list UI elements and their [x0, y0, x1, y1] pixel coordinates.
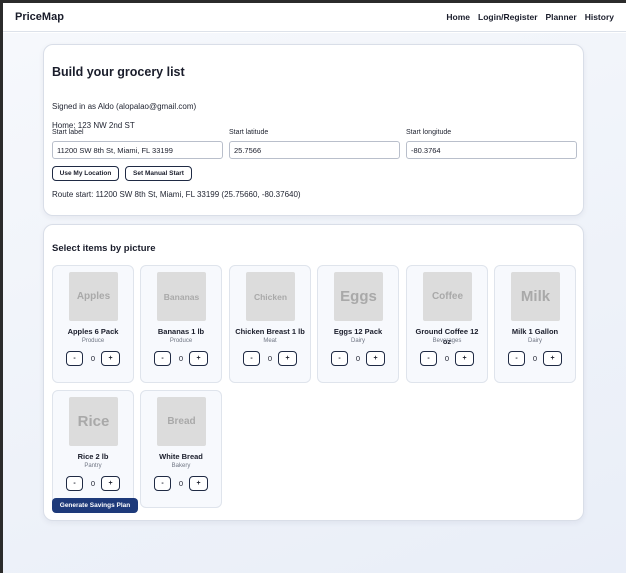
decrease-quantity-button[interactable]: - — [508, 351, 525, 366]
item-card: Apples Apples 6 Pack Produce -0 + — [52, 265, 134, 383]
quantity-value: 0 — [90, 479, 96, 488]
decrease-quantity-button[interactable]: - — [154, 351, 171, 366]
item-category: Produce — [169, 338, 193, 344]
item-name: Eggs 12 Pack — [333, 327, 383, 336]
increase-quantity-button[interactable]: + — [455, 351, 474, 366]
increase-quantity-button[interactable]: + — [366, 351, 385, 366]
nav-history-link[interactable]: History — [585, 12, 614, 22]
item-name: White Bread — [159, 452, 203, 461]
increase-quantity-button[interactable]: + — [101, 351, 120, 366]
nav-home-link[interactable]: Home — [446, 12, 470, 22]
nav-login-register-link[interactable]: Login/Register — [478, 12, 538, 22]
item-card: Bread White Bread Bakery -0 + — [140, 390, 222, 508]
item-thumbnail: Milk — [511, 272, 560, 321]
item-thumbnail: Bananas — [157, 272, 206, 321]
increase-quantity-button[interactable]: + — [278, 351, 297, 366]
item-thumbnail: Bread — [157, 397, 206, 446]
use-my-location-button[interactable]: Use My Location — [52, 166, 119, 181]
signed-in-text: Signed in as Aldo (alopalao@gmail.com) — [52, 102, 197, 111]
increase-quantity-button[interactable]: + — [189, 351, 208, 366]
item-category: Dairy — [350, 338, 365, 344]
decrease-quantity-button[interactable]: - — [154, 476, 171, 491]
quantity-value: 0 — [532, 354, 538, 363]
start-latitude-label: Start latitude — [229, 129, 269, 136]
decrease-quantity-button[interactable]: - — [66, 476, 83, 491]
start-label-label: Start label — [52, 129, 84, 136]
item-name: Milk 1 Gallon — [511, 327, 559, 336]
page-background: Build your grocery list Signed in as Ald… — [3, 33, 626, 573]
quantity-value: 0 — [178, 479, 184, 488]
item-card: Rice Rice 2 lb Pantry -0 + — [52, 390, 134, 508]
item-card: Bananas Bananas 1 lb Produce -0 + — [140, 265, 222, 383]
item-name: Apples 6 Pack — [67, 327, 119, 336]
item-name: Chicken Breast 1 lb — [235, 327, 305, 336]
quantity-value: 0 — [444, 354, 450, 363]
route-start-text: Route start: 11200 SW 8th St, Miami, FL … — [52, 190, 301, 199]
item-thumbnail: Apples — [69, 272, 118, 321]
start-label-input[interactable] — [52, 141, 223, 159]
item-name: Rice 2 lb — [77, 452, 109, 461]
item-card: Coffee Ground Coffee 12 oz Beverages -0 + — [406, 265, 488, 383]
quantity-stepper: -0 + — [230, 351, 310, 367]
decrease-quantity-button[interactable]: - — [66, 351, 83, 366]
decrease-quantity-button[interactable]: - — [331, 351, 348, 366]
item-category: Produce — [81, 338, 105, 344]
generate-savings-plan-button[interactable]: Generate Savings Plan — [52, 498, 138, 513]
quantity-value: 0 — [90, 354, 96, 363]
item-card: Eggs Eggs 12 Pack Dairy -0 + — [317, 265, 399, 383]
start-longitude-input[interactable] — [406, 141, 577, 159]
increase-quantity-button[interactable]: + — [543, 351, 562, 366]
nav-links: Home Login/Register Planner History — [446, 12, 614, 22]
quantity-value: 0 — [178, 354, 184, 363]
item-card: Chicken Chicken Breast 1 lb Meat -0 + — [229, 265, 311, 383]
item-thumbnail: Eggs — [334, 272, 383, 321]
quantity-stepper: -0 + — [318, 351, 398, 367]
item-thumbnail: Rice — [69, 397, 118, 446]
brand-logo[interactable]: PriceMap — [15, 11, 64, 23]
quantity-stepper: -0 + — [53, 351, 133, 367]
item-category: Bakery — [171, 463, 191, 469]
quantity-stepper: -0 + — [141, 351, 221, 367]
section-title: Select items by picture — [52, 243, 156, 254]
item-category: Beverages — [432, 338, 462, 344]
item-category: Dairy — [527, 338, 542, 344]
top-navbar: PriceMap Home Login/Register Planner His… — [3, 3, 626, 32]
start-longitude-label: Start longitude — [406, 129, 452, 136]
increase-quantity-button[interactable]: + — [189, 476, 208, 491]
quantity-stepper: -0 + — [141, 476, 221, 492]
start-latitude-input[interactable] — [229, 141, 400, 159]
decrease-quantity-button[interactable]: - — [420, 351, 437, 366]
quantity-value: 0 — [355, 354, 361, 363]
item-thumbnail: Chicken — [246, 272, 295, 321]
item-name: Bananas 1 lb — [157, 327, 205, 336]
item-name: Ground Coffee 12 oz — [415, 327, 479, 346]
item-selection-card: Select items by picture Apples Apples 6 P… — [43, 224, 584, 521]
decrease-quantity-button[interactable]: - — [243, 351, 260, 366]
item-thumbnail: Coffee — [423, 272, 472, 321]
quantity-value: 0 — [267, 354, 273, 363]
item-category: Pantry — [84, 463, 102, 469]
increase-quantity-button[interactable]: + — [101, 476, 120, 491]
quantity-stepper: -0 + — [53, 476, 133, 492]
page-title: Build your grocery list — [52, 65, 185, 79]
item-category: Meat — [263, 338, 277, 344]
quantity-stepper: -0 + — [407, 351, 487, 367]
grocery-list-builder-card: Build your grocery list Signed in as Ald… — [43, 44, 584, 216]
set-manual-start-button[interactable]: Set Manual Start — [125, 166, 192, 181]
quantity-stepper: -0 + — [495, 351, 575, 367]
item-card: Milk Milk 1 Gallon Dairy -0 + — [494, 265, 576, 383]
nav-planner-link[interactable]: Planner — [546, 12, 577, 22]
